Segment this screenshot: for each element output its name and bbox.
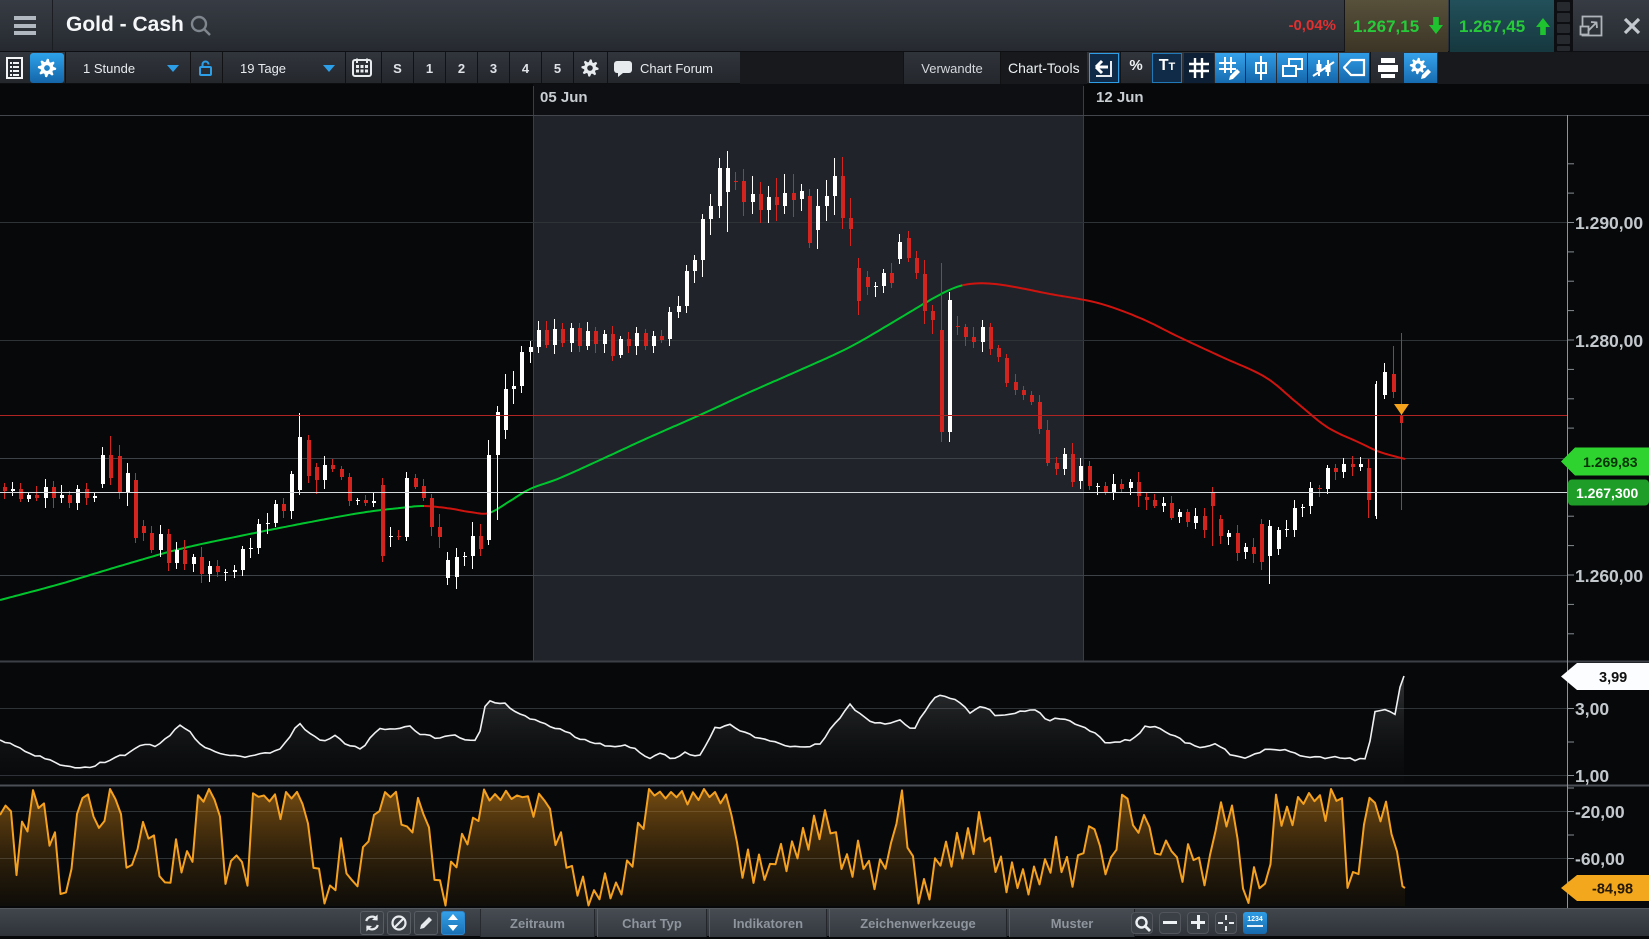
svg-text:1.267,300: 1.267,300	[1576, 485, 1638, 501]
svg-text:1.290,00: 1.290,00	[1575, 213, 1643, 233]
svg-text:3,99: 3,99	[1599, 670, 1627, 686]
svg-text:1.269,83: 1.269,83	[1583, 454, 1638, 470]
svg-text:12 Jun: 12 Jun	[1096, 89, 1144, 106]
svg-text:05 Jun: 05 Jun	[540, 89, 588, 106]
svg-text:1.280,00: 1.280,00	[1575, 331, 1643, 351]
svg-text:-60,00: -60,00	[1575, 849, 1625, 869]
svg-text:1,00: 1,00	[1575, 766, 1609, 786]
svg-text:3,00: 3,00	[1575, 699, 1609, 719]
svg-text:1.260,00: 1.260,00	[1575, 566, 1643, 586]
svg-text:-84,98: -84,98	[1592, 882, 1633, 898]
svg-text:-20,00: -20,00	[1575, 802, 1625, 822]
